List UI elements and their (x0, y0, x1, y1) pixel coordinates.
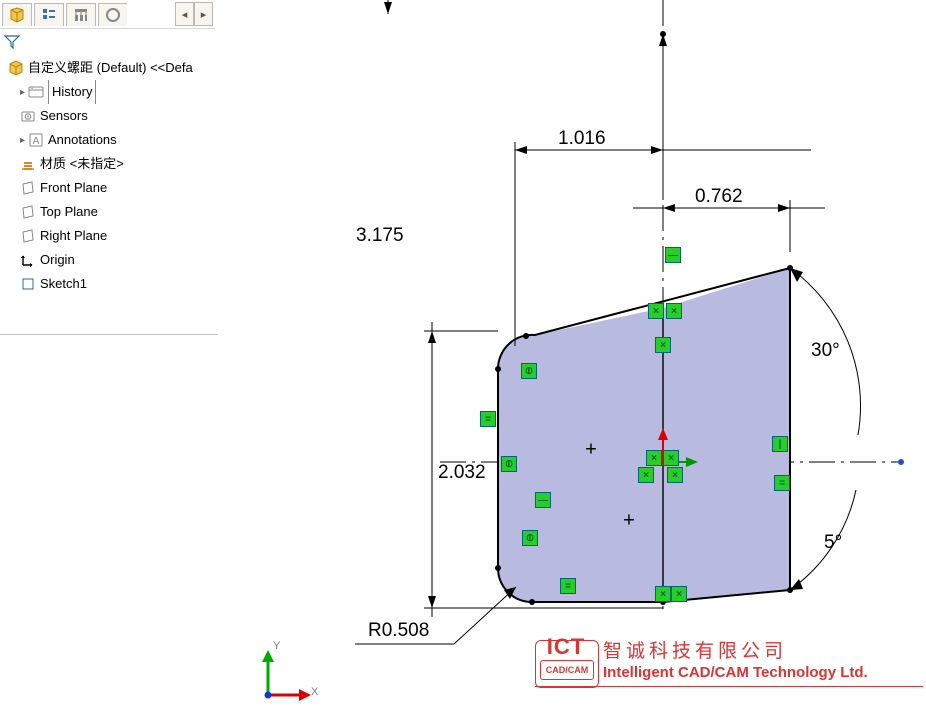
origin-icon (20, 252, 36, 268)
filter-icon[interactable] (4, 34, 20, 50)
dimension-width-1016[interactable]: 1.016 (558, 128, 606, 150)
relation-coincident[interactable]: × (655, 586, 671, 602)
relation-tangent[interactable]: ⦶ (501, 456, 517, 472)
plane-icon (20, 180, 36, 196)
tree-sensors[interactable]: Sensors (2, 104, 215, 128)
relation-equal[interactable]: = (774, 475, 790, 491)
tree-sketch1-label: Sketch1 (40, 272, 87, 296)
expand-icon[interactable]: ▸ (20, 87, 28, 98)
tree-front-label: Front Plane (40, 176, 107, 200)
point-marker: + (623, 510, 635, 533)
configuration-manager-tab[interactable] (66, 3, 96, 26)
sensors-icon (20, 108, 36, 124)
dimension-angle-5[interactable]: 5° (824, 532, 842, 554)
relation-coincident[interactable]: × (667, 467, 683, 483)
relation-horizontal[interactable]: — (535, 492, 551, 508)
expand-icon[interactable]: ▸ (20, 135, 28, 146)
relation-vertical[interactable]: | (772, 436, 788, 452)
endpoint-dot[interactable] (495, 366, 501, 372)
dimension-width-0762[interactable]: 0.762 (695, 186, 743, 208)
tree-front-plane[interactable]: Front Plane (2, 176, 215, 200)
relation-coincident[interactable]: × (655, 337, 671, 353)
endpoint-dot[interactable] (787, 587, 793, 593)
dimension-angle-30[interactable]: 30° (811, 340, 840, 362)
dimension-radius-0508[interactable]: R0.508 (368, 620, 429, 642)
endpoint-dot[interactable] (660, 31, 666, 37)
feature-tree-tab[interactable] (2, 3, 32, 26)
relation-horizontal[interactable]: — (665, 247, 681, 263)
endpoint-dot[interactable] (529, 599, 535, 605)
sketch-icon (20, 276, 36, 292)
tree-origin[interactable]: Origin (2, 248, 215, 272)
tree-root-part[interactable]: 自定义螺距 (Default) <<Defa (2, 56, 215, 80)
svg-text:A: A (33, 136, 40, 147)
watermark-en: Intelligent CAD/CAM Technology Ltd. (603, 664, 868, 681)
panel-separator[interactable] (0, 334, 218, 338)
endpoint-dot[interactable] (495, 565, 501, 571)
watermark-cn: 智诚科技有限公司 (603, 636, 787, 663)
tree-history[interactable]: ▸ History (2, 80, 215, 104)
tree-sketch1[interactable]: Sketch1 (2, 272, 215, 296)
tab-scroll-left[interactable]: ◂ (175, 2, 194, 26)
tree-history-label: History (48, 80, 96, 104)
relation-coincident[interactable]: × (646, 450, 662, 466)
dimxpert-tab[interactable] (98, 3, 127, 26)
tree-right-plane[interactable]: Right Plane (2, 224, 215, 248)
endpoint-dot[interactable] (787, 265, 793, 271)
feature-tree[interactable]: 自定义螺距 (Default) <<Defa ▸ History Sensors… (0, 56, 215, 334)
annotations-icon: A (28, 132, 44, 148)
tree-top-label: Top Plane (40, 200, 98, 224)
tree-origin-label: Origin (40, 248, 75, 272)
history-icon (28, 84, 44, 100)
relation-coincident[interactable]: × (671, 586, 687, 602)
tree-annotations[interactable]: ▸ A Annotations (2, 128, 215, 152)
relation-coincident[interactable]: × (638, 467, 654, 483)
view-triad[interactable]: Y X (248, 640, 318, 710)
endpoint-dot[interactable] (523, 333, 529, 339)
material-icon (20, 156, 36, 172)
relation-tangent[interactable]: ⦶ (522, 530, 538, 546)
point-marker: + (585, 439, 597, 462)
tree-top-plane[interactable]: Top Plane (2, 200, 215, 224)
tree-material[interactable]: 材质 <未指定> (2, 152, 215, 176)
tree-sensors-label: Sensors (40, 104, 88, 128)
relation-coincident[interactable]: × (666, 303, 682, 319)
relation-coincident[interactable]: × (663, 450, 679, 466)
tree-right-label: Right Plane (40, 224, 107, 248)
watermark-underline (535, 686, 923, 687)
watermark: ICT CAD/CAM 智诚科技有限公司 Intelligent CAD/CAM… (535, 636, 925, 696)
graphics-canvas[interactable]: + + — × × × ⦶ = ⦶ — ⦶ = × × × × × × | = … (218, 0, 926, 715)
dimension-height-full[interactable]: 3.175 (356, 225, 404, 247)
tree-annotations-label: Annotations (48, 128, 117, 152)
triad-x-label: X (311, 686, 318, 698)
tree-filter-row (0, 28, 215, 54)
tree-root-label: 自定义螺距 (Default) <<Defa (28, 56, 193, 80)
dimension-height-2032[interactable]: 2.032 (438, 462, 486, 484)
plane-icon (20, 204, 36, 220)
triad-y-label: Y (273, 640, 280, 652)
tree-material-label: 材质 <未指定> (40, 152, 124, 176)
plane-icon (20, 228, 36, 244)
tab-scroll-right[interactable]: ▸ (194, 2, 213, 26)
app-root: ◂ ▸ 自定义螺距 (Default) <<Defa ▸ History Sen… (0, 0, 926, 715)
relation-equal[interactable]: = (560, 578, 576, 594)
watermark-ict: ICT (535, 634, 597, 660)
property-manager-tab[interactable] (34, 3, 64, 26)
relation-tangent[interactable]: ⦶ (521, 363, 537, 379)
part-icon (8, 60, 24, 76)
triad-svg (248, 640, 318, 710)
tab-scroller: ◂ ▸ (175, 2, 213, 24)
relation-equal[interactable]: = (480, 411, 496, 427)
watermark-cadcam: CAD/CAM (540, 660, 594, 680)
relation-coincident[interactable]: × (648, 303, 664, 319)
